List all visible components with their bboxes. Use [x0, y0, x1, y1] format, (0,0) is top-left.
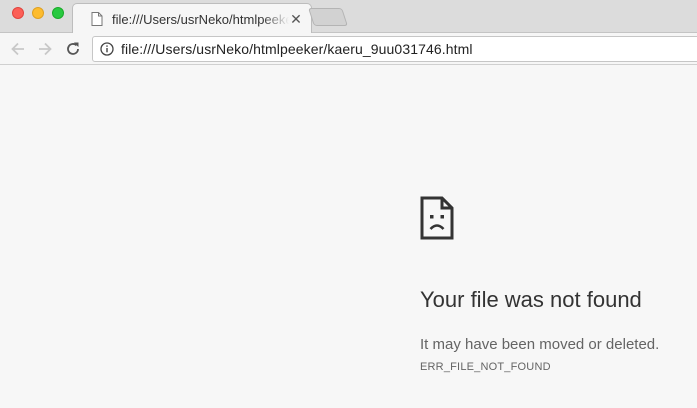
forward-button[interactable]	[34, 38, 56, 60]
browser-window: file:///Users/usrNeko/htmlpeeker/kaeru_9…	[0, 0, 697, 408]
url-text[interactable]: file:///Users/usrNeko/htmlpeeker/kaeru_9…	[121, 41, 473, 57]
tab-strip: file:///Users/usrNeko/htmlpeeker/kaeru_9…	[0, 0, 697, 34]
info-icon[interactable]	[100, 42, 114, 56]
reload-icon	[67, 42, 79, 55]
address-bar[interactable]: file:///Users/usrNeko/htmlpeeker/kaeru_9…	[92, 36, 697, 62]
error-code: ERR_FILE_NOT_FOUND	[420, 361, 551, 373]
forward-arrow-icon	[39, 42, 52, 56]
sad-file-icon	[420, 196, 454, 240]
tab-title: file:///Users/usrNeko/htmlpeeker/kaeru_9…	[112, 11, 289, 27]
minimize-window-button[interactable]	[32, 7, 44, 19]
back-arrow-icon	[11, 42, 24, 56]
reload-button[interactable]	[62, 38, 84, 60]
tab-active[interactable]: file:///Users/usrNeko/htmlpeeker/kaeru_9…	[72, 3, 312, 34]
back-button[interactable]	[7, 38, 29, 60]
new-tab-button[interactable]	[308, 8, 348, 26]
error-message: It may have been moved or deleted.	[420, 336, 660, 353]
error-heading: Your file was not found	[420, 287, 642, 312]
close-window-button[interactable]	[12, 7, 24, 19]
toolbar: file:///Users/usrNeko/htmlpeeker/kaeru_9…	[0, 33, 697, 65]
document-icon	[91, 12, 103, 26]
tab-close-icon[interactable]: ✕	[289, 11, 303, 28]
maximize-window-button[interactable]	[52, 7, 64, 19]
error-page: Your file was not found It may have been…	[0, 66, 697, 408]
